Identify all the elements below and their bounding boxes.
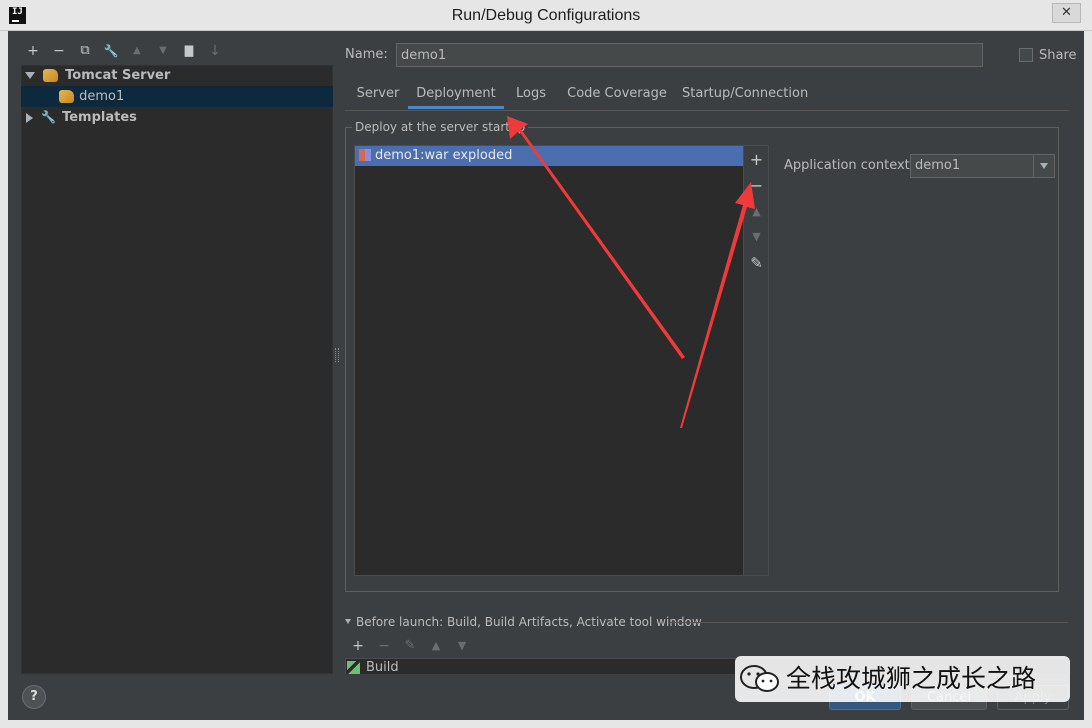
copy-configuration-icon[interactable]: ⧉ [76, 42, 94, 60]
before-launch-header[interactable]: Before launch: Build, Build Artifacts, A… [345, 613, 702, 631]
divider [668, 622, 1068, 623]
tab-code-coverage[interactable]: Code Coverage [564, 83, 670, 107]
tab-separator [345, 110, 1069, 111]
name-input[interactable] [396, 43, 983, 67]
move-up-icon[interactable]: ▲ [128, 42, 146, 60]
remove-artifact-icon[interactable]: − [744, 174, 769, 198]
edit-defaults-wrench-icon[interactable]: 🔧 [102, 42, 120, 60]
window-frame-left [0, 31, 8, 728]
tree-item-label: Tomcat Server [65, 68, 171, 83]
collapse-arrow-icon[interactable] [345, 619, 351, 624]
remove-task-icon[interactable]: − [375, 637, 393, 655]
name-label: Name: [345, 47, 388, 62]
add-task-icon[interactable]: + [349, 637, 367, 655]
window-frame-right [1084, 31, 1092, 728]
tomcat-icon [43, 69, 58, 82]
list-item-build[interactable]: Build [347, 659, 399, 677]
tree-item-label: Templates [62, 110, 137, 125]
war-artifact-icon [359, 148, 371, 161]
tab-startup-connection[interactable]: Startup/Connection [682, 83, 808, 107]
tab-deployment[interactable]: Deployment [408, 83, 504, 107]
share-checkbox[interactable] [1019, 48, 1033, 62]
remove-configuration-icon[interactable]: − [50, 42, 68, 60]
move-down-icon[interactable]: ▼ [744, 225, 769, 249]
splitter-handle[interactable] [335, 348, 339, 362]
window-title: Run/Debug Configurations [451, 7, 641, 24]
configuration-tree[interactable] [21, 65, 333, 674]
move-up-icon[interactable]: ▲ [744, 200, 769, 224]
move-down-icon[interactable]: ▼ [154, 42, 172, 60]
list-item-artifact[interactable]: demo1:war exploded [355, 146, 743, 166]
window-frame-bottom [0, 720, 1092, 728]
hammer-icon [347, 661, 360, 674]
add-configuration-icon[interactable]: + [24, 42, 42, 60]
artifact-list[interactable] [354, 145, 744, 576]
tomcat-icon [59, 90, 74, 103]
tree-item-demo1[interactable]: demo1 [21, 86, 333, 107]
artifact-label: demo1:war exploded [375, 148, 513, 163]
expand-arrow-icon[interactable] [25, 72, 35, 79]
wechat-icon [740, 665, 779, 692]
move-down-icon[interactable]: ▼ [453, 637, 471, 655]
tab-server[interactable]: Server [352, 83, 404, 107]
application-context-value: demo1 [915, 158, 961, 173]
dropdown-chevron-icon[interactable] [1033, 155, 1054, 177]
move-up-icon[interactable]: ▲ [427, 637, 445, 655]
close-window-button[interactable]: ✕ [1052, 3, 1081, 23]
tree-item-templates[interactable]: 🔧 Templates [21, 107, 333, 128]
tree-item-tomcat-server[interactable]: Tomcat Server [21, 65, 333, 86]
tree-item-label: demo1 [79, 89, 125, 104]
wrench-icon: 🔧 [41, 110, 56, 124]
active-tab-indicator [408, 106, 504, 109]
edit-task-icon[interactable]: ✎ [401, 637, 419, 655]
help-button[interactable]: ? [22, 685, 46, 709]
watermark-text: 全栈攻城狮之成长之路 [786, 664, 1037, 693]
collapse-arrow-icon[interactable] [26, 112, 33, 123]
sort-icon[interactable]: ↓ [206, 42, 224, 60]
tab-logs[interactable]: Logs [510, 83, 552, 107]
share-label: Share [1039, 48, 1077, 63]
deploy-group-title: Deploy at the server startup [352, 120, 529, 134]
build-label: Build [366, 660, 399, 675]
edit-pencil-icon[interactable]: ✎ [744, 251, 769, 275]
before-launch-title: Before launch: Build, Build Artifacts, A… [356, 615, 702, 629]
new-folder-icon[interactable]: ▇ [180, 42, 198, 60]
add-artifact-icon[interactable]: + [744, 148, 769, 172]
application-context-label: Application context: [784, 158, 915, 173]
